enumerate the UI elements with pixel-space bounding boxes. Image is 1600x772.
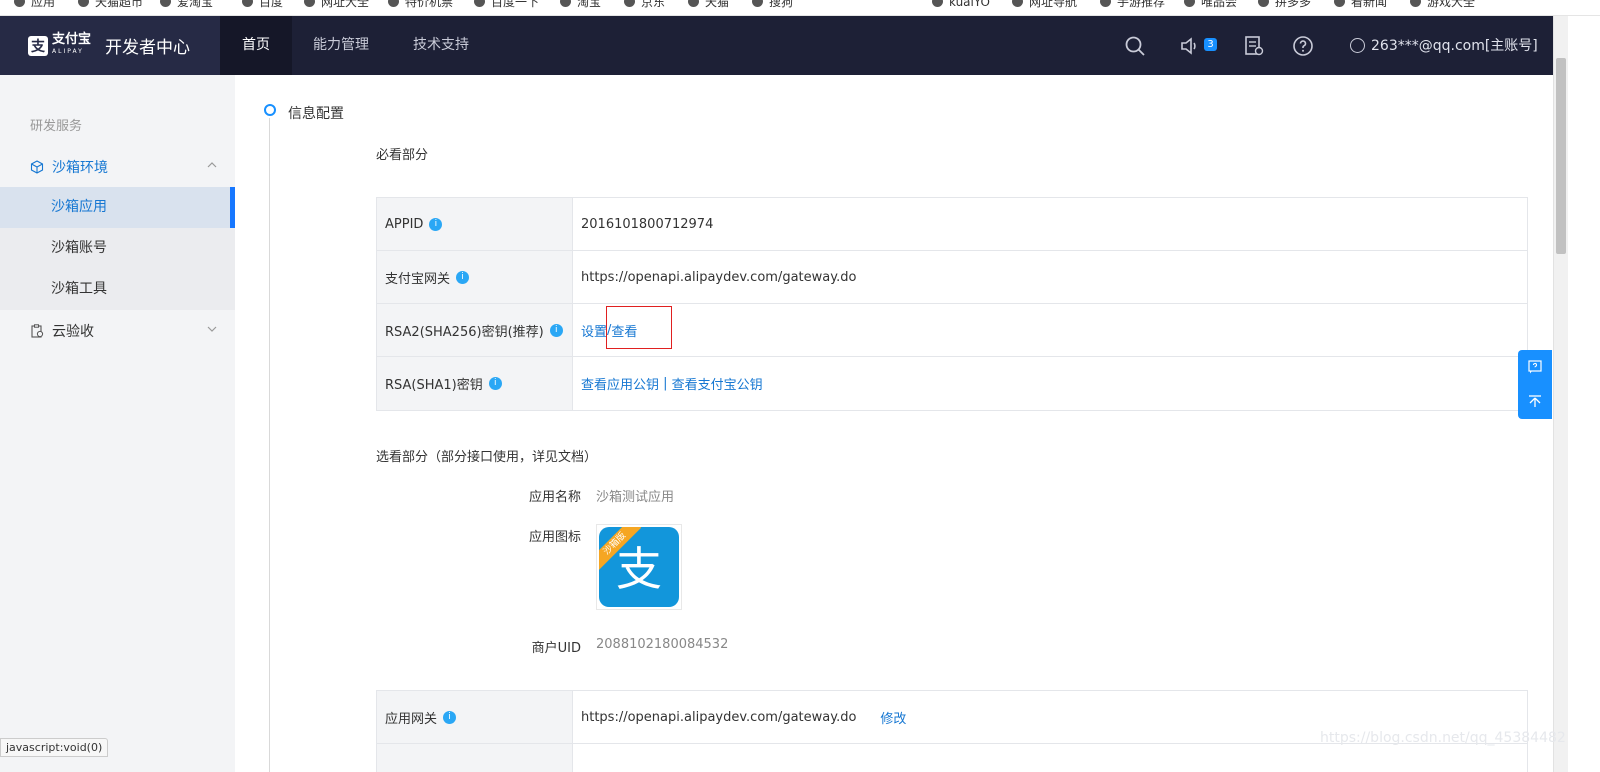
row-key: 应用网关 i bbox=[377, 691, 573, 743]
bookmark-item[interactable]: 百度 bbox=[242, 0, 283, 10]
row-key bbox=[377, 744, 573, 772]
main-content bbox=[235, 75, 1553, 772]
bookmark-item[interactable]: 百度一下 bbox=[474, 0, 539, 10]
row-key: APPID i bbox=[377, 198, 573, 250]
sidebar-item-sandbox-tools[interactable]: 沙箱工具 bbox=[0, 269, 235, 310]
app-icon-image: 支 沙箱版 bbox=[596, 524, 682, 610]
app-name-value: 沙箱测试应用 bbox=[596, 490, 675, 505]
feedback-question-icon bbox=[1528, 360, 1542, 374]
rsa2-set-link[interactable]: 设置 bbox=[581, 321, 607, 340]
tab-capability[interactable]: 能力管理 bbox=[291, 16, 391, 75]
sidebar-group-sandbox[interactable]: 沙箱环境 bbox=[0, 146, 235, 187]
site-title: 开发者中心 bbox=[105, 38, 191, 58]
merchant-uid-label: 商户UID bbox=[531, 641, 581, 656]
bookmarks-bar: 应用 天猫超市 爱淘宝 百度 网址大全 特价机票 百度一下 淘宝 京东 天猫 搜… bbox=[0, 0, 1600, 16]
account-name: 263***@qq.com[主账号] bbox=[1371, 38, 1538, 54]
scrollbar-thumb[interactable] bbox=[1556, 58, 1566, 254]
bookmark-item[interactable]: kuaiYO bbox=[932, 0, 990, 10]
notification-speaker-icon[interactable] bbox=[1178, 34, 1202, 58]
table-row: 支付宝网关 i https://openapi.alipaydev.com/gat… bbox=[377, 251, 1527, 304]
bookmark-item[interactable]: 应用 bbox=[14, 0, 55, 10]
bookmark-item[interactable]: 天猫超市 bbox=[78, 0, 143, 10]
info-icon[interactable]: i bbox=[488, 377, 502, 390]
app-icon-label: 应用图标 bbox=[528, 530, 581, 545]
app-name-label: 应用名称 bbox=[528, 490, 581, 505]
sidebar: 研发服务 沙箱环境 沙箱应用 沙箱账号 沙箱工具 云验收 bbox=[0, 75, 235, 772]
sidebar-heading: 研发服务 bbox=[30, 119, 83, 134]
sidebar-group-label: 云验收 bbox=[52, 323, 94, 340]
sidebar-group-cloud-acceptance[interactable]: 云验收 bbox=[0, 310, 235, 351]
brand-name: 支付宝 ALIPAY bbox=[52, 31, 92, 55]
required-config-table: APPID i 2016101800712974 支付宝网关 i https://o… bbox=[376, 197, 1528, 411]
bookmark-item[interactable]: 网址大全 bbox=[304, 0, 369, 10]
bookmark-item[interactable]: 淘宝 bbox=[560, 0, 601, 10]
timeline-dot bbox=[264, 104, 276, 116]
info-icon[interactable]: i bbox=[549, 323, 563, 337]
timeline-title: 信息配置 bbox=[288, 106, 344, 122]
sidebar-item-sandbox-account[interactable]: 沙箱账号 bbox=[0, 228, 235, 269]
account-menu[interactable]: 263***@qq.com[主账号] bbox=[1350, 35, 1538, 55]
optional-section-label: 选看部分（部分接口使用，详见文档） bbox=[376, 450, 598, 465]
bookmark-item[interactable]: 网址导航 bbox=[1012, 0, 1077, 10]
feedback-button[interactable] bbox=[1518, 350, 1552, 384]
back-to-top-button[interactable] bbox=[1518, 384, 1552, 418]
help-icon[interactable] bbox=[1291, 34, 1315, 58]
highlight-box bbox=[606, 306, 672, 349]
search-icon[interactable] bbox=[1123, 34, 1147, 58]
avatar-icon bbox=[1350, 37, 1365, 53]
bookmark-item[interactable]: 拼多多 bbox=[1258, 0, 1311, 10]
tab-support[interactable]: 技术支持 bbox=[391, 16, 491, 75]
notification-badge: 3 bbox=[1204, 38, 1217, 51]
arrow-up-icon bbox=[1529, 395, 1541, 407]
chevron-down-icon bbox=[207, 326, 217, 332]
bookmark-item[interactable]: 游戏大全 bbox=[1410, 0, 1475, 10]
bookmark-item[interactable]: 搜狗 bbox=[752, 0, 793, 10]
rsa-key-actions: 查看应用公钥 | 查看支付宝公钥 bbox=[573, 357, 1527, 410]
bookmark-item[interactable]: 爱淘宝 bbox=[160, 0, 213, 10]
bookmark-item[interactable]: 天猫 bbox=[688, 0, 729, 10]
link-separator: | bbox=[659, 376, 672, 391]
info-icon[interactable]: i bbox=[429, 217, 443, 231]
table-row: RSA(SHA1)密钥 i 查看应用公钥 | 查看支付宝公钥 bbox=[377, 357, 1527, 410]
bookmark-item[interactable]: 看新闻 bbox=[1334, 0, 1387, 10]
row-key: 支付宝网关 i bbox=[377, 251, 573, 303]
bookmark-item[interactable]: 特价机票 bbox=[388, 0, 453, 10]
status-bar-url: javascript:void(0) bbox=[0, 738, 109, 757]
table-row bbox=[377, 744, 1527, 772]
info-icon[interactable]: i bbox=[456, 270, 470, 284]
tab-home[interactable]: 首页 bbox=[220, 16, 292, 75]
info-icon[interactable]: i bbox=[443, 710, 457, 724]
document-icon[interactable] bbox=[1242, 34, 1266, 58]
chevron-up-icon bbox=[207, 162, 217, 168]
merchant-uid-value: 2088102180084532 bbox=[596, 637, 729, 652]
sidebar-item-sandbox-app[interactable]: 沙箱应用 bbox=[0, 187, 235, 228]
bookmark-item[interactable]: 京东 bbox=[624, 0, 665, 10]
row-key: RSA2(SHA256)密钥(推荐) i bbox=[377, 304, 573, 356]
alipay-logo-icon: 支 bbox=[28, 35, 48, 56]
bookmark-item[interactable]: 唯品会 bbox=[1184, 0, 1237, 10]
required-section-label: 必看部分 bbox=[376, 148, 429, 163]
view-app-public-key-link[interactable]: 查看应用公钥 bbox=[581, 374, 659, 393]
cube-icon bbox=[30, 159, 44, 174]
row-key: RSA(SHA1)密钥 i bbox=[377, 357, 573, 410]
svg-text:支: 支 bbox=[616, 542, 662, 596]
table-row: RSA2(SHA256)密钥(推荐) i 设置 / 查看 bbox=[377, 304, 1527, 357]
page-scrollbar[interactable] bbox=[1553, 16, 1568, 772]
sidebar-group-label: 沙箱环境 bbox=[52, 159, 108, 176]
timeline-line bbox=[269, 118, 270, 772]
appid-value: 2016101800712974 bbox=[581, 216, 714, 232]
top-navbar: 支 支付宝 ALIPAY 开发者中心 首页 能力管理 技术支持 3 263***… bbox=[0, 16, 1568, 75]
table-row: APPID i 2016101800712974 bbox=[377, 198, 1527, 251]
rsa2-key-actions: 设置 / 查看 bbox=[573, 304, 1527, 356]
clipboard-check-icon bbox=[31, 323, 44, 338]
logo[interactable]: 支 支付宝 ALIPAY 开发者中心 bbox=[0, 16, 220, 75]
gateway-value: https://openapi.alipaydev.com/gateway.do bbox=[581, 269, 857, 285]
edit-gateway-link[interactable]: 修改 bbox=[880, 708, 906, 727]
bookmark-item[interactable]: 手游推荐 bbox=[1100, 0, 1165, 10]
floating-toolbar bbox=[1518, 350, 1552, 419]
view-alipay-public-key-link[interactable]: 查看支付宝公钥 bbox=[672, 374, 763, 393]
watermark: https://blog.csdn.net/qq_45384482 bbox=[1320, 730, 1566, 746]
